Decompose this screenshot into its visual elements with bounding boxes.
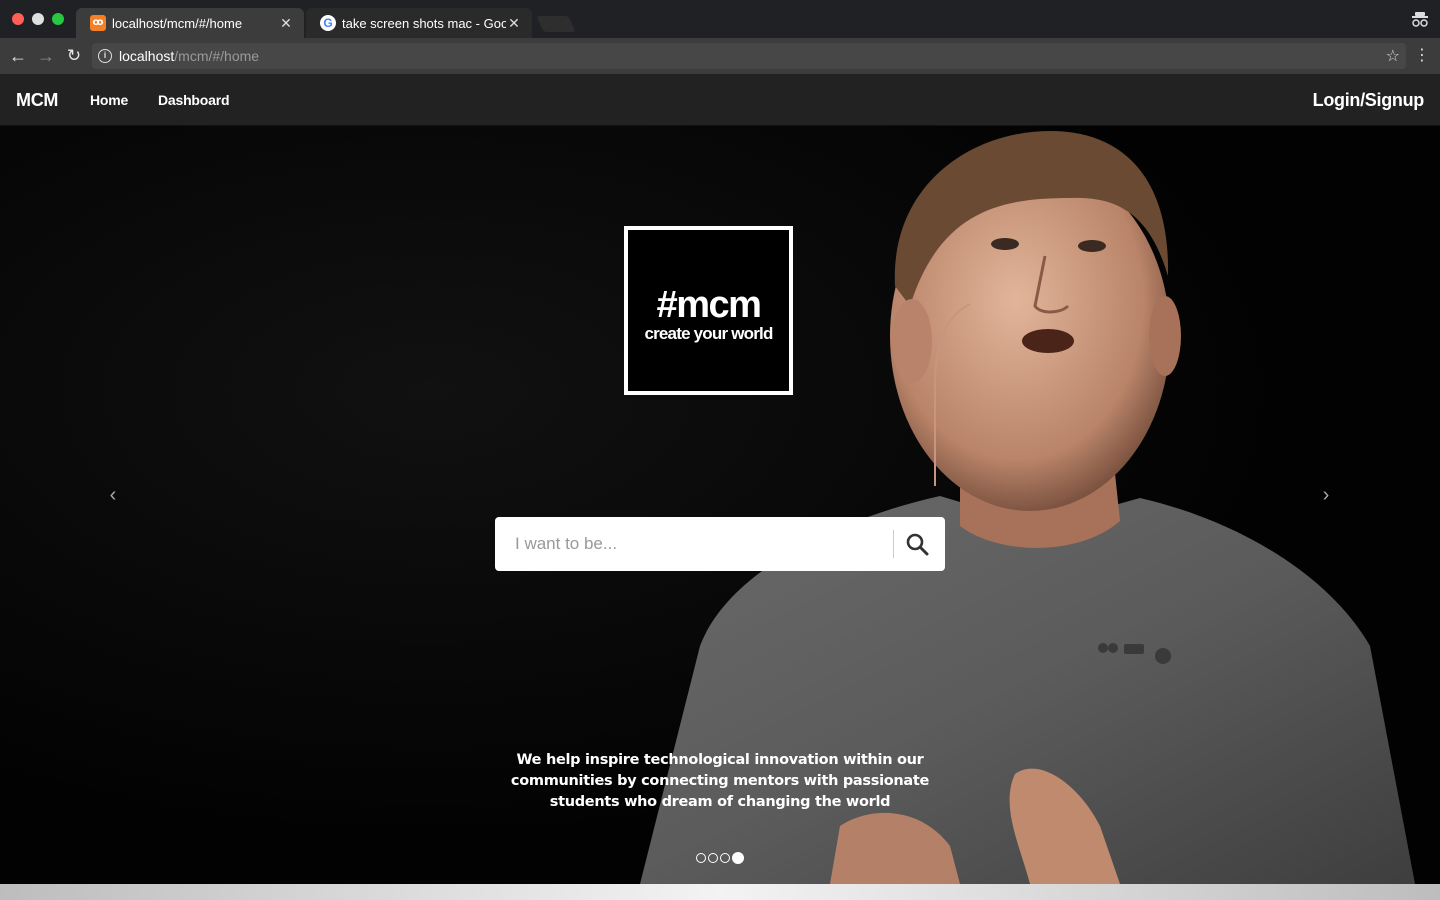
search-icon [906,533,929,556]
logo-hashtag: #mcm [656,283,762,326]
address-bar[interactable]: i localhost/mcm/#/home ☆ [92,43,1406,69]
incognito-icon [1410,9,1430,29]
tab-label: take screen shots mac - Googl [342,15,506,31]
maximize-window-button[interactable] [52,13,64,25]
url-host: localhost [119,48,175,64]
nav-link-dashboard[interactable]: Dashboard [158,92,230,108]
brand-logo-link[interactable]: MCM [16,90,58,111]
xampp-icon: ꝏ [90,15,106,31]
carousel-indicator[interactable] [696,853,706,863]
browser-titlebar: ꝏ localhost/mcm/#/home ✕ take screen sho… [0,0,1440,38]
bookmark-star-icon[interactable]: ☆ [1386,46,1400,66]
carousel-next-chevron-icon[interactable]: › [1316,483,1336,507]
info-icon[interactable]: i [98,49,112,63]
site-navbar: MCM Home Dashboard Login/Signup [0,74,1440,126]
carousel-indicator-active[interactable] [732,852,744,864]
carousel-indicators [696,852,744,864]
search-bar [495,517,945,571]
reload-icon[interactable]: ↻ [62,44,86,68]
hero-carousel: #mcm create your world ‹ › We help inspi… [0,126,1440,884]
tab-label: localhost/mcm/#/home [112,15,243,31]
forward-arrow-icon[interactable]: → [34,44,58,68]
login-signup-link[interactable]: Login/Signup [1313,90,1425,111]
search-button[interactable] [894,518,940,570]
close-tab-icon[interactable]: ✕ [506,15,522,32]
mcm-logo: #mcm create your world [624,226,793,395]
google-icon [320,15,336,31]
browser-tab-home[interactable]: ꝏ localhost/mcm/#/home ✕ [76,8,304,38]
page-bottom-strip [0,884,1440,900]
logo-tagline: create your world [644,323,773,343]
carousel-prev-chevron-icon[interactable]: ‹ [103,483,123,507]
carousel-indicator[interactable] [720,853,730,863]
carousel-indicator[interactable] [708,853,718,863]
browser-toolbar: ← → ↻ i localhost/mcm/#/home ☆ ⋮ [0,38,1440,74]
url-path: /mcm/#/home [174,48,260,64]
browser-tab-google[interactable]: take screen shots mac - Googl ✕ [306,8,532,38]
browser-menu-icon[interactable]: ⋮ [1414,46,1430,66]
close-tab-icon[interactable]: ✕ [278,15,294,32]
hero-tagline: We help inspire technological innovation… [510,752,930,810]
search-input[interactable] [495,518,893,570]
minimize-window-button[interactable] [32,13,44,25]
back-arrow-icon[interactable]: ← [6,44,30,68]
new-tab-button[interactable] [536,16,576,32]
nav-link-home[interactable]: Home [90,92,128,108]
close-window-button[interactable] [12,13,24,25]
